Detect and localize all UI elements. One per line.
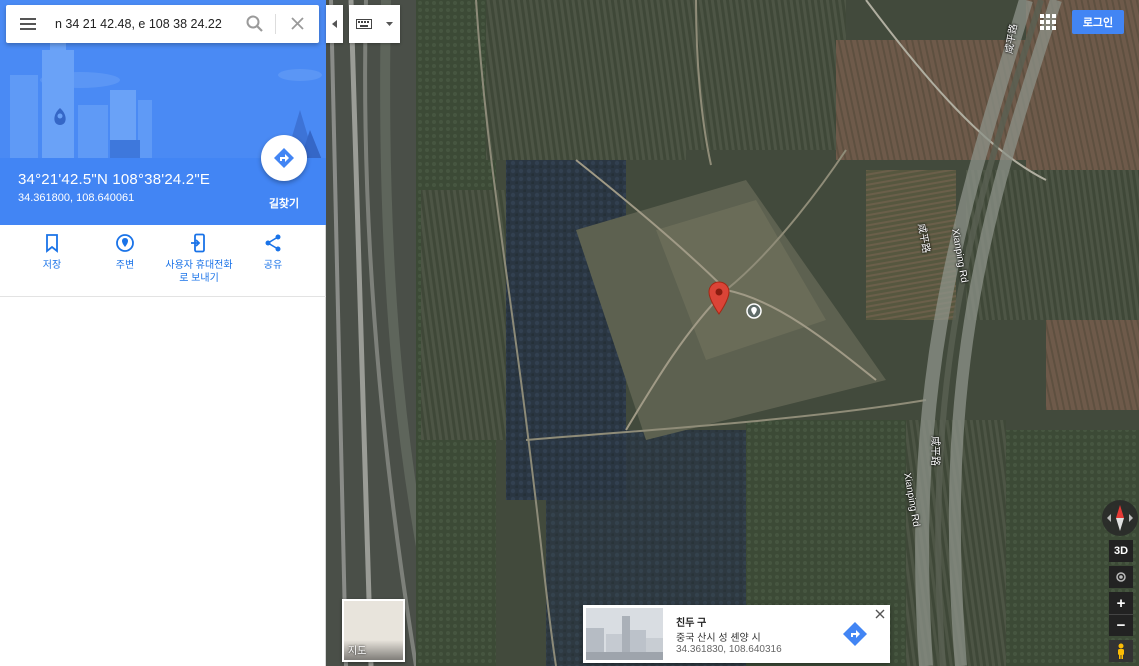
minimap-label: 지도 [348,646,367,657]
directions-icon [843,622,867,646]
nearby-pin-icon [116,234,134,252]
hamburger-menu-icon[interactable] [17,14,39,34]
coordinates-dms: 34°21'42.5"N 108°38'24.2"E [18,171,211,188]
nearby-button[interactable]: 주변 [87,233,163,272]
pegman-button[interactable] [1109,640,1133,662]
magnifier-icon [246,15,263,32]
view-3d-button[interactable]: 3D [1109,540,1133,562]
place-thumbnail[interactable] [586,608,663,660]
caret-left-icon [331,20,337,28]
my-location-button[interactable] [1109,566,1133,588]
location-info-card[interactable]: 친두 구 중국 산시 성 셴양 시 34.361830, 108.640316 [583,605,890,663]
collapse-panel-button[interactable] [326,5,343,43]
compass-icon [1107,505,1133,531]
search-box [6,5,319,43]
directions-button[interactable] [261,135,307,181]
card-close-button[interactable] [874,607,886,619]
apps-grid-icon[interactable] [1040,14,1056,30]
send-to-phone-icon [191,233,205,253]
save-label: 저장 [42,260,62,271]
satellite-imagery [326,0,1139,666]
coordinates-decimal: 34.361800, 108.640061 [18,192,135,204]
zoom-in-button[interactable]: + [1109,592,1133,614]
side-panel: 34°21'42.5"N 108°38'24.2"E 34.361800, 10… [0,0,326,666]
card-subtitle: 중국 산시 성 셴양 시 [676,633,761,644]
search-divider [275,14,276,34]
my-location-icon [1116,572,1126,582]
keyboard-icon [356,19,372,29]
nearby-label: 주변 [115,260,135,271]
share-label: 공유 [263,260,283,271]
satellite-map[interactable] [326,0,1139,666]
maps-app: 咸平路 Xianping Rd 咸平路 Xianping Rd 咸平路 로그인 [0,0,1139,666]
dropdown-caret-icon [386,22,393,26]
search-button[interactable] [244,13,266,35]
directions-icon [274,148,294,168]
send-to-phone-label: 사용자 휴대전화 로 보내기 [165,260,233,284]
share-button[interactable]: 공유 [235,233,311,272]
directions-label[interactable]: 길찾기 [260,195,308,211]
compass-button[interactable] [1102,500,1138,536]
card-directions-button[interactable] [842,621,868,647]
search-input[interactable] [55,14,235,34]
signin-button[interactable]: 로그인 [1072,10,1124,34]
input-tools-button[interactable] [349,5,400,43]
send-to-phone-button[interactable]: 사용자 휴대전화 로 보내기 [161,233,237,285]
location-marker-icon[interactable] [708,281,730,315]
close-icon [291,17,304,30]
share-icon [265,234,281,252]
bookmark-icon [46,234,58,253]
map-type-toggle[interactable]: 지도 [342,599,405,662]
building-illustration-icon [586,608,663,660]
poi-pin-icon[interactable] [746,303,762,319]
place-actions: 저장 주변 사용자 휴대전화 로 보내기 공유 [0,225,326,297]
pegman-icon [1118,643,1124,659]
save-button[interactable]: 저장 [14,233,90,272]
card-coordinates: 34.361830, 108.640316 [676,644,782,655]
clear-search-button[interactable] [287,13,309,35]
road-label: 咸平路 [929,436,940,466]
card-title: 친두 구 [676,618,707,629]
zoom-out-button[interactable]: − [1109,614,1133,636]
close-icon [875,609,885,619]
